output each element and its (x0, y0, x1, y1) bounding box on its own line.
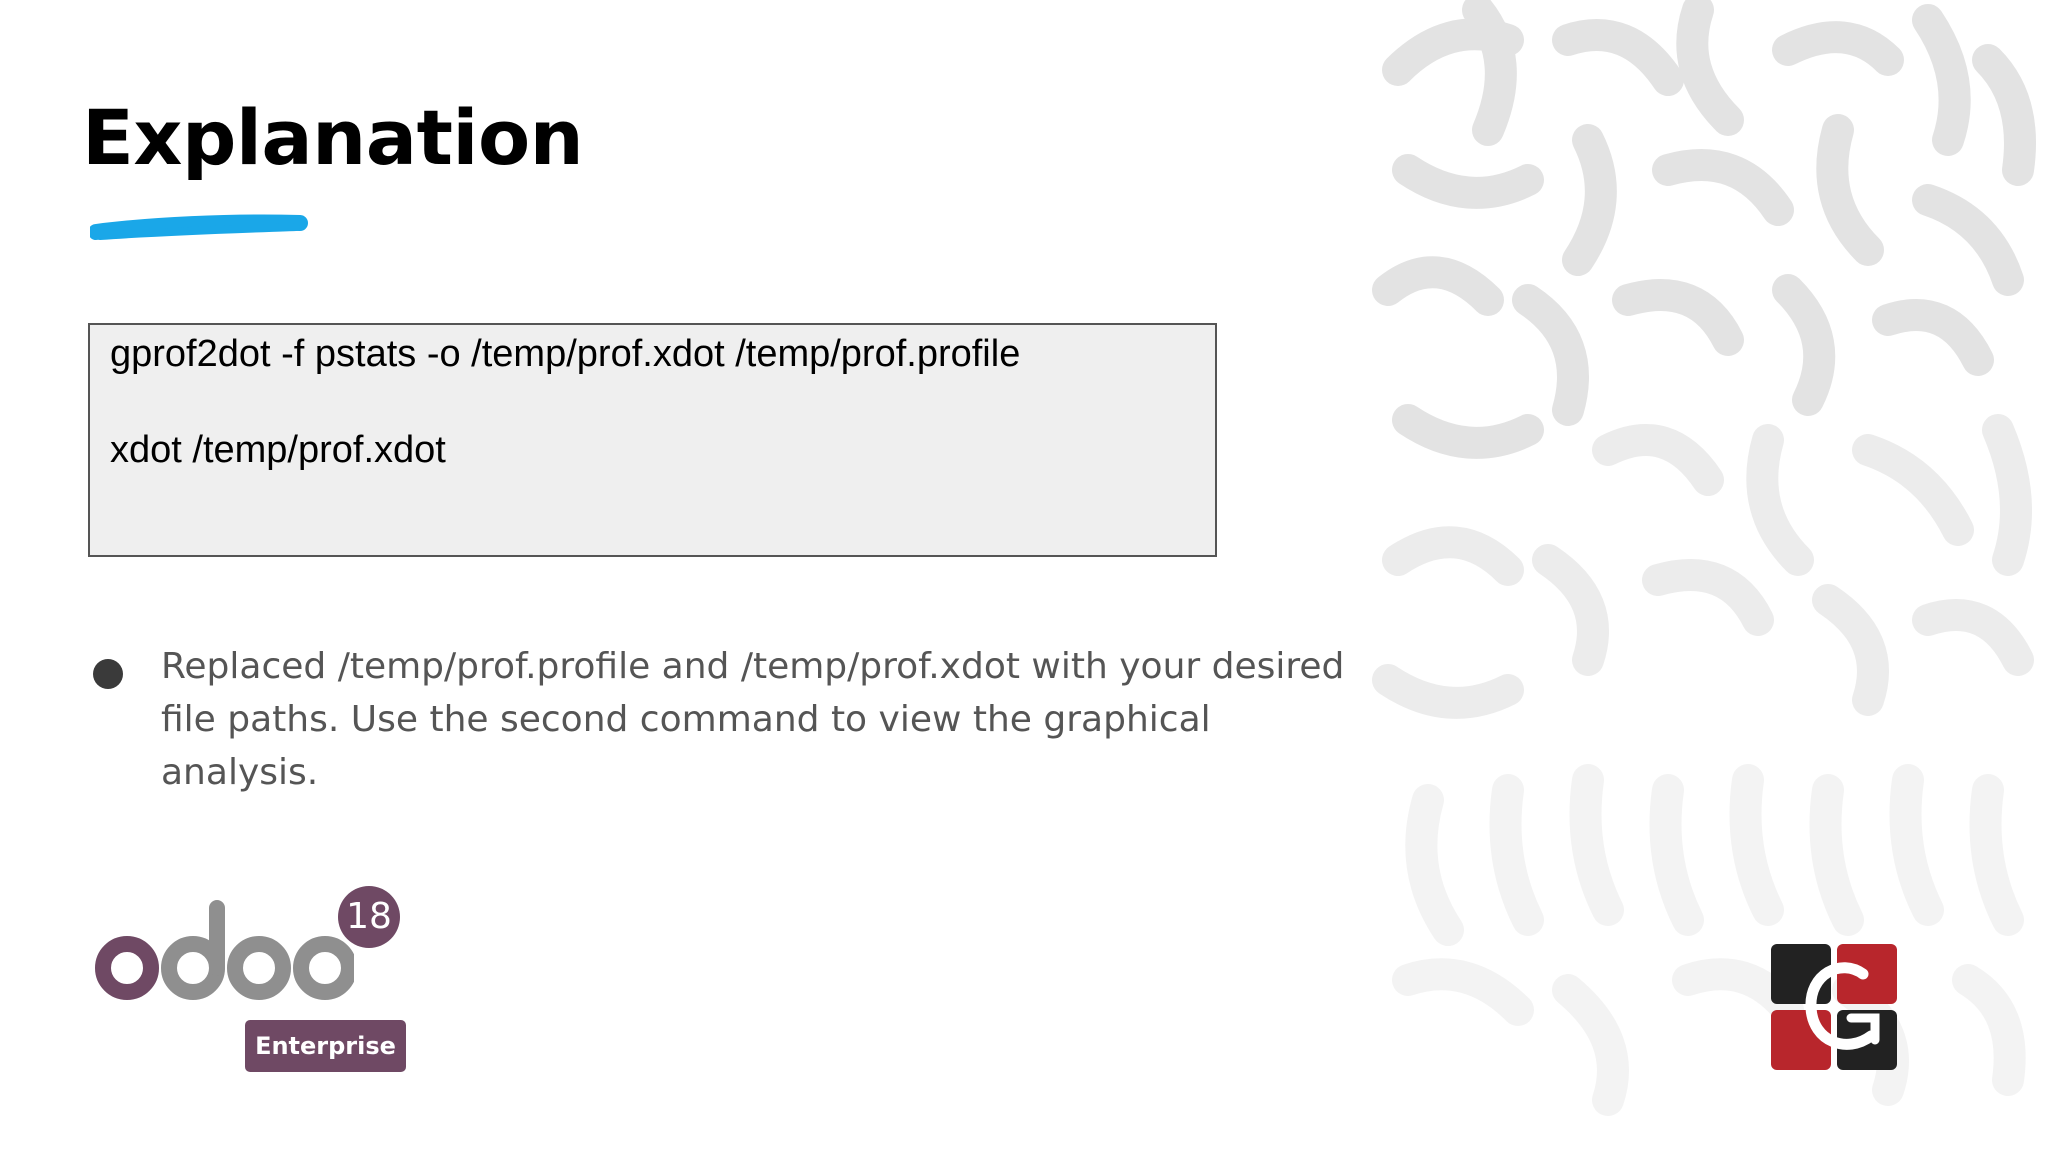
cybrosys-logo-icon (1771, 944, 1897, 1070)
bullet-dot-icon (93, 659, 123, 689)
odoo-wordmark-icon (95, 900, 354, 1000)
edition-badge: Enterprise (245, 1020, 406, 1072)
code-line-gprof2dot: gprof2dot -f pstats -o /temp/prof.xdot /… (110, 333, 1021, 375)
code-box: gprof2dot -f pstats -o /temp/prof.xdot /… (88, 323, 1217, 557)
code-line-xdot: xdot /temp/prof.xdot (110, 429, 446, 471)
title-underline-stroke (90, 214, 308, 240)
slide: Explanation gprof2dot -f pstats -o /temp… (0, 0, 2048, 1152)
squiggle-pattern-decoration (1372, 0, 2036, 1116)
odoo-logo: 18 Enterprise (94, 886, 414, 1076)
slide-title: Explanation (82, 93, 584, 182)
version-badge: 18 (338, 886, 400, 948)
bullet-text: Replaced /temp/prof.profile and /temp/pr… (161, 646, 1345, 793)
